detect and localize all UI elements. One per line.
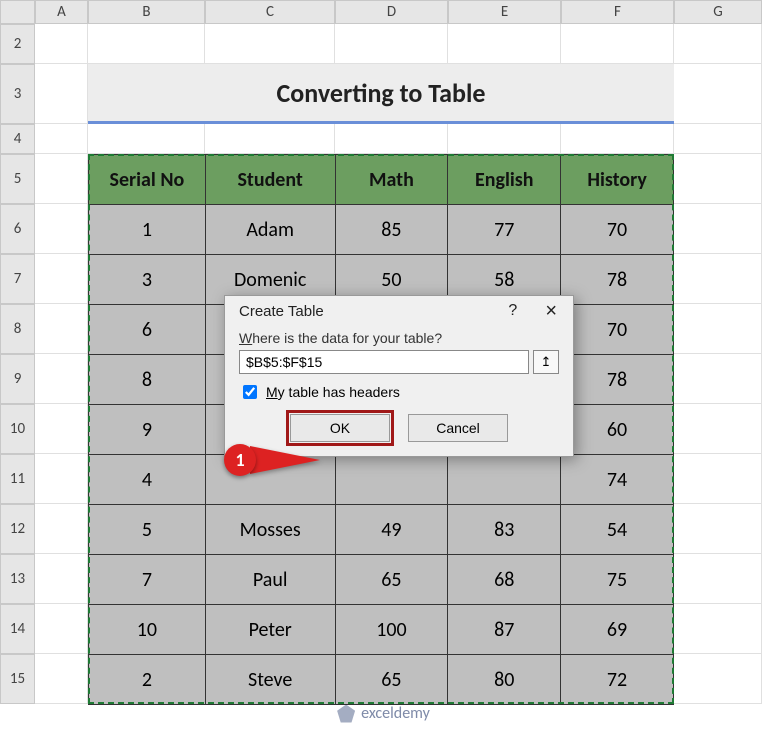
watermark-text: exceldemy bbox=[361, 704, 430, 723]
cell[interactable]: 60 bbox=[561, 405, 674, 455]
dialog-range-label: Where is the data for your table? bbox=[239, 330, 559, 346]
cell[interactable]: 2 bbox=[89, 655, 206, 705]
row-header-13[interactable]: 13 bbox=[0, 554, 35, 604]
th-math[interactable]: Math bbox=[335, 155, 448, 205]
cell[interactable]: 78 bbox=[561, 355, 674, 405]
collapse-dialog-icon[interactable]: ↥ bbox=[533, 350, 559, 374]
cell[interactable]: 78 bbox=[561, 255, 674, 305]
cell[interactable]: 10 bbox=[89, 605, 206, 655]
row-header-7[interactable]: 7 bbox=[0, 254, 35, 304]
select-all-corner[interactable] bbox=[0, 0, 35, 24]
cell[interactable]: 4 bbox=[89, 455, 206, 505]
watermark-icon bbox=[337, 705, 355, 723]
th-history[interactable]: History bbox=[561, 155, 674, 205]
row-header-2[interactable]: 2 bbox=[0, 24, 35, 64]
cell[interactable]: 6 bbox=[89, 305, 206, 355]
cell[interactable]: 83 bbox=[448, 505, 561, 555]
row-header-6[interactable]: 6 bbox=[0, 204, 35, 254]
cell[interactable]: 77 bbox=[448, 205, 561, 255]
cell[interactable]: 69 bbox=[561, 605, 674, 655]
cell[interactable]: 5 bbox=[89, 505, 206, 555]
row-header-14[interactable]: 14 bbox=[0, 604, 35, 654]
cell[interactable]: 54 bbox=[561, 505, 674, 555]
col-header-D[interactable]: D bbox=[335, 0, 448, 24]
cell[interactable]: 70 bbox=[561, 205, 674, 255]
cell[interactable]: 87 bbox=[448, 605, 561, 655]
th-student[interactable]: Student bbox=[205, 155, 335, 205]
row-header-5[interactable]: 5 bbox=[0, 154, 35, 204]
dialog-title: Create Table bbox=[239, 303, 324, 320]
row-header-11[interactable]: 11 bbox=[0, 454, 35, 504]
cell[interactable]: 74 bbox=[561, 455, 674, 505]
cell[interactable]: 72 bbox=[561, 655, 674, 705]
header-row: Serial No Student Math English History bbox=[89, 155, 674, 205]
cell[interactable]: 1 bbox=[89, 205, 206, 255]
headers-checkbox[interactable] bbox=[243, 385, 257, 399]
create-table-dialog: Create Table ? × Where is the data for y… bbox=[224, 295, 574, 457]
ok-button[interactable]: OK bbox=[290, 414, 390, 442]
cell[interactable]: 7 bbox=[89, 555, 206, 605]
cell[interactable]: Paul bbox=[205, 555, 335, 605]
col-header-F[interactable]: F bbox=[561, 0, 674, 24]
cell[interactable]: 65 bbox=[335, 655, 448, 705]
row-header-10[interactable]: 10 bbox=[0, 404, 35, 454]
col-header-C[interactable]: C bbox=[205, 0, 335, 24]
page-title: Converting to Table bbox=[88, 64, 674, 124]
cell[interactable]: Peter bbox=[205, 605, 335, 655]
headers-checkbox-label: My table has headers bbox=[266, 384, 400, 400]
row-header-3[interactable]: 3 bbox=[0, 64, 35, 124]
cell[interactable]: Mosses bbox=[205, 505, 335, 555]
th-serial-no[interactable]: Serial No bbox=[89, 155, 206, 205]
cell[interactable]: 65 bbox=[335, 555, 448, 605]
help-icon[interactable]: ? bbox=[508, 302, 517, 320]
cell[interactable] bbox=[335, 455, 448, 505]
cell[interactable]: 85 bbox=[335, 205, 448, 255]
cell[interactable]: Adam bbox=[205, 205, 335, 255]
table-row[interactable]: 2Steve658072 bbox=[89, 655, 674, 705]
col-header-B[interactable]: B bbox=[88, 0, 205, 24]
cell[interactable]: 100 bbox=[335, 605, 448, 655]
col-header-E[interactable]: E bbox=[448, 0, 561, 24]
cancel-button[interactable]: Cancel bbox=[408, 414, 508, 442]
col-header-A[interactable]: A bbox=[35, 0, 88, 24]
cell[interactable]: 9 bbox=[89, 405, 206, 455]
row-header-9[interactable]: 9 bbox=[0, 354, 35, 404]
watermark: exceldemy bbox=[0, 704, 767, 723]
table-row[interactable]: 4 74 bbox=[89, 455, 674, 505]
cell[interactable] bbox=[205, 455, 335, 505]
table-row[interactable]: 1Adam857770 bbox=[89, 205, 674, 255]
row-headers: 2 3 4 5 6 7 8 9 10 11 12 13 14 15 bbox=[0, 24, 35, 704]
cell[interactable]: 75 bbox=[561, 555, 674, 605]
row-header-4[interactable]: 4 bbox=[0, 124, 35, 154]
range-input[interactable] bbox=[239, 350, 529, 374]
row-header-8[interactable]: 8 bbox=[0, 304, 35, 354]
cell[interactable]: 68 bbox=[448, 555, 561, 605]
cell[interactable]: 49 bbox=[335, 505, 448, 555]
row-header-12[interactable]: 12 bbox=[0, 504, 35, 554]
th-english[interactable]: English bbox=[448, 155, 561, 205]
cell[interactable]: 3 bbox=[89, 255, 206, 305]
table-row[interactable]: 5Mosses498354 bbox=[89, 505, 674, 555]
cell[interactable]: 70 bbox=[561, 305, 674, 355]
cell[interactable]: Steve bbox=[205, 655, 335, 705]
table-row[interactable]: 7Paul656875 bbox=[89, 555, 674, 605]
close-icon[interactable]: × bbox=[539, 302, 563, 320]
cell[interactable]: 80 bbox=[448, 655, 561, 705]
row-header-15[interactable]: 15 bbox=[0, 654, 35, 704]
cell[interactable]: 8 bbox=[89, 355, 206, 405]
table-row[interactable]: 10Peter1008769 bbox=[89, 605, 674, 655]
cell[interactable] bbox=[448, 455, 561, 505]
col-header-G[interactable]: G bbox=[674, 0, 762, 24]
column-headers: A B C D E F G bbox=[0, 0, 762, 24]
